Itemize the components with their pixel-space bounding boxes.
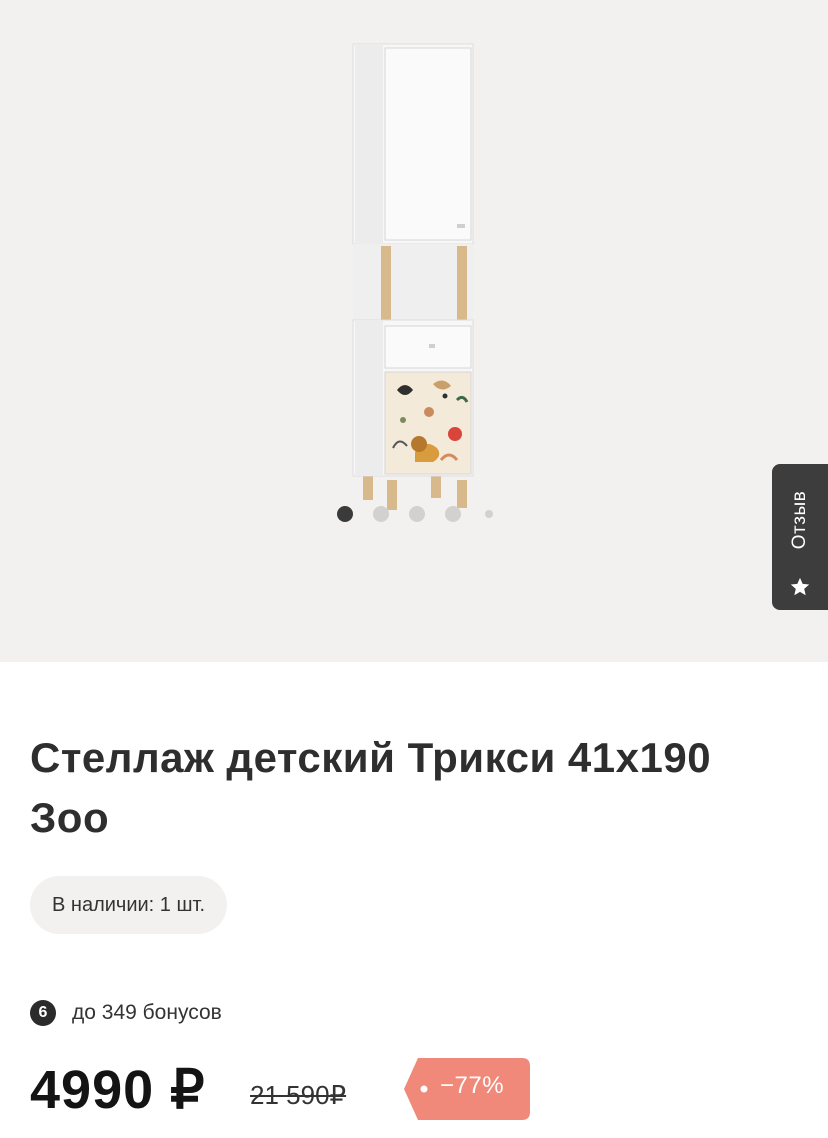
product-title: Стеллаж детский Трикси 41х190 Зоо (30, 734, 712, 841)
bonus-badge-icon: 6 (30, 1000, 56, 1026)
old-price: 21 590₽ (250, 1080, 347, 1110)
current-price: 4990 ₽ (30, 1060, 206, 1120)
product-image (352, 43, 474, 510)
bonus-text: до 349 бонусов (72, 1001, 222, 1024)
pagination-dot[interactable] (409, 506, 425, 522)
pagination-dot[interactable] (373, 506, 389, 522)
stock-status-badge: В наличии: 1 шт. (30, 876, 228, 934)
pagination-dot[interactable] (445, 506, 461, 522)
pagination-dot-active[interactable] (337, 506, 353, 522)
product-gallery[interactable]: Отзыв (0, 0, 828, 662)
pagination-dot-more[interactable] (485, 510, 493, 518)
stock-status-text: В наличии: 1 шт. (52, 893, 206, 916)
review-tab-button[interactable]: Отзыв (772, 464, 828, 610)
discount-text: −77% (440, 1072, 505, 1099)
review-tab-label: Отзыв (789, 490, 810, 550)
gallery-pagination[interactable] (337, 506, 513, 522)
star-icon (790, 577, 810, 596)
discount-badge: −77% (404, 1058, 530, 1120)
bonus-info: 6 до 349 бонусов (30, 1000, 222, 1026)
